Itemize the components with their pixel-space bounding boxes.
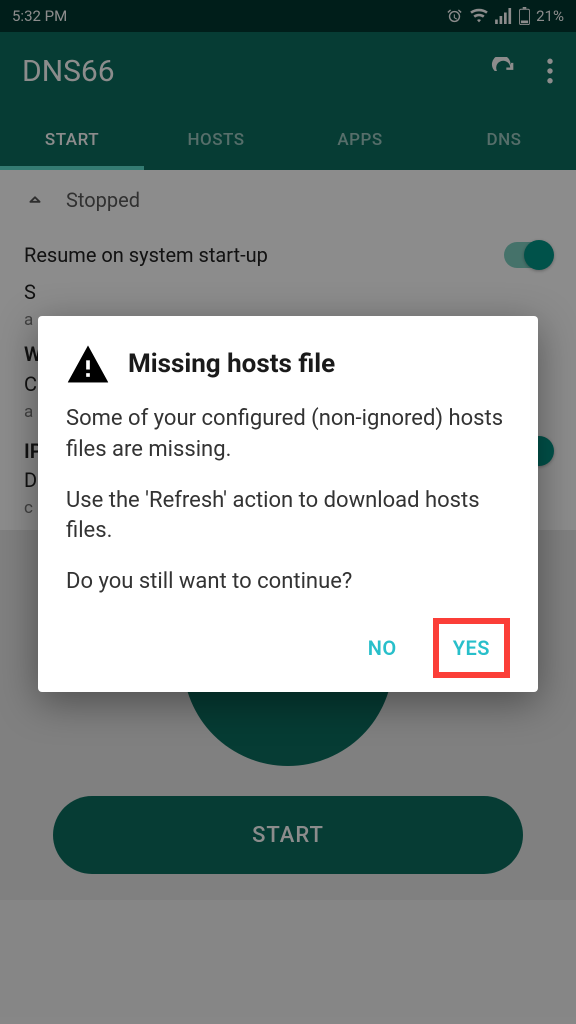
dialog-p1: Some of your configured (non-ignored) ho… bbox=[66, 404, 510, 466]
dialog-title: Missing hosts file bbox=[128, 349, 335, 379]
yes-button[interactable]: YES bbox=[433, 618, 510, 678]
warning-icon bbox=[66, 342, 110, 386]
dialog-p2: Use the 'Refresh' action to download hos… bbox=[66, 486, 510, 548]
dialog-body: Some of your configured (non-ignored) ho… bbox=[66, 404, 510, 598]
dialog: Missing hosts file Some of your configur… bbox=[38, 316, 538, 692]
modal-overlay: Missing hosts file Some of your configur… bbox=[0, 0, 576, 1024]
no-button[interactable]: NO bbox=[354, 624, 411, 672]
dialog-p3: Do you still want to continue? bbox=[66, 567, 510, 598]
